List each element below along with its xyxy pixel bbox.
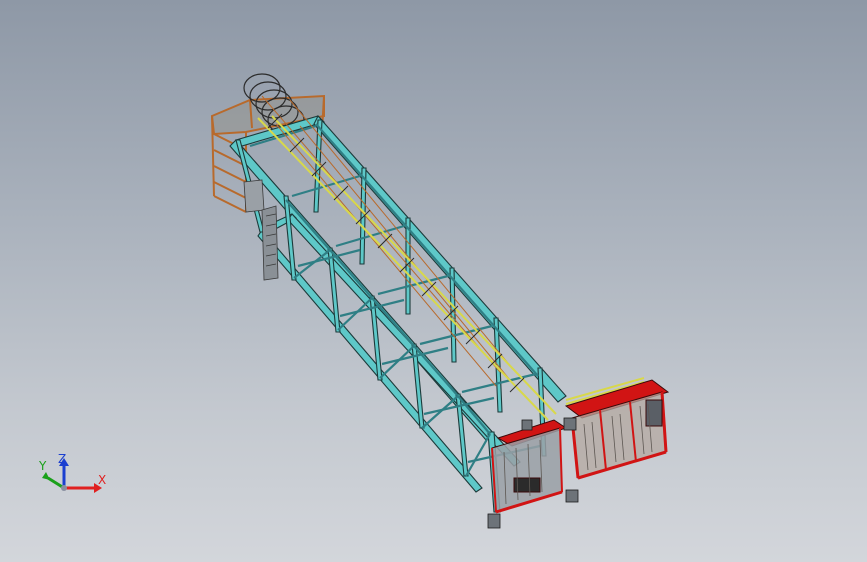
conveyor-truss-model[interactable] bbox=[0, 0, 867, 562]
y-axis-head bbox=[42, 472, 50, 480]
x-axis-label: X bbox=[98, 473, 107, 487]
triad-origin bbox=[61, 485, 67, 491]
y-axis-label: Y bbox=[39, 459, 47, 473]
coordinate-triad: X Y Z bbox=[30, 448, 120, 508]
z-axis-label: Z bbox=[58, 452, 67, 466]
cad-viewport[interactable]: X Y Z bbox=[0, 0, 867, 562]
truss-bracing bbox=[249, 123, 541, 477]
